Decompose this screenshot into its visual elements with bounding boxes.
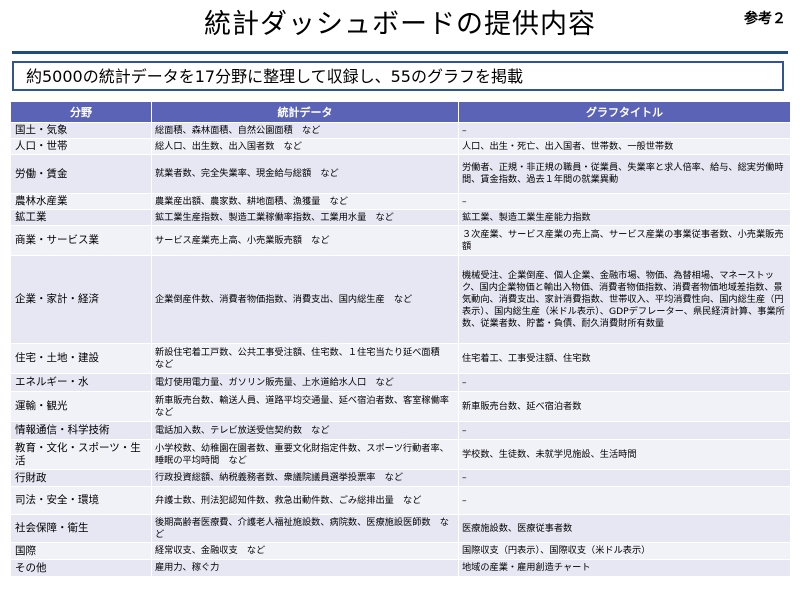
- summary-text: 約5000の統計データを17分野に整理して収録し、55のグラフを掲載: [26, 67, 523, 86]
- graph-cell: 国際収支（円表示）、国際収支（米ドル表示）: [458, 542, 791, 560]
- column-header-data: 統計データ: [151, 101, 459, 123]
- data-cell: 農業産出額、農家数、耕地面積、漁獲量 など: [151, 193, 459, 210]
- category-cell: 商業・サービス業: [10, 225, 152, 256]
- category-cell: 社会保障・衛生: [10, 514, 152, 543]
- table-row: 運輸・観光 新車販売台数、輸送人員、道路平均交通量、延べ宿泊者数、客室稼働率 な…: [10, 391, 791, 422]
- summary-box: 約5000の統計データを17分野に整理して収録し、55のグラフを掲載: [12, 61, 784, 91]
- data-cell: 電灯使用電力量、ガソリン販売量、上水道給水人口 など: [151, 373, 459, 392]
- graph-cell: 地域の産業・雇用創造チャート: [458, 559, 791, 577]
- table-row: 国際 経常収支、金融収支 など 国際収支（円表示）、国際収支（米ドル表示）: [10, 542, 791, 560]
- data-cell: 小学校数、幼稚園在園者数、重要文化財指定件数、スポーツ行動者率、睡眠の平均時間 …: [151, 439, 459, 470]
- category-cell: 企業・家計・経済: [10, 255, 152, 344]
- page-title: 統計ダッシュボードの提供内容: [204, 9, 596, 40]
- graph-cell: 新車販売台数、延べ宿泊者数: [458, 391, 791, 422]
- data-cell: 電話加入数、テレビ放送受信契約数 など: [151, 421, 459, 440]
- graph-cell: ３次産業、サービス産業の売上高、サービス産業の事業従事者数、小売業販売額: [458, 225, 791, 256]
- category-cell: エネルギー・水: [10, 373, 152, 392]
- category-cell: 鉱工業: [10, 209, 152, 226]
- table-row: その他 雇用力、稼ぐ力 地域の産業・雇用創造チャート: [10, 559, 791, 577]
- category-cell: 人口・世帯: [10, 138, 152, 155]
- table-row: 情報通信・科学技術 電話加入数、テレビ放送受信契約数 など –: [10, 421, 791, 440]
- statistics-table: 分野 統計データ グラフタイトル 国土・気象 総面積、森林面積、自然公園面積 な…: [10, 101, 791, 577]
- table-row: 行財政 行政投資総額、納税義務者数、衆議院議員選挙投票率 など –: [10, 469, 791, 487]
- data-cell: 雇用力、稼ぐ力: [151, 559, 459, 577]
- data-cell: 行政投資総額、納税義務者数、衆議院議員選挙投票率 など: [151, 469, 459, 487]
- category-cell: 国際: [10, 542, 152, 560]
- table-row: 鉱工業 鉱工業生産指数、製造工業稼働率指数、工業用水量 など 鉱工業、製造工業生…: [10, 209, 791, 226]
- table-row: 住宅・土地・建設 新設住宅着工戸数、公共工事受注額、住宅数、１住宅当たり延べ面積…: [10, 343, 791, 374]
- graph-cell: 鉱工業、製造工業生産能力指数: [458, 209, 791, 226]
- column-header-field: 分野: [10, 101, 152, 123]
- table-row: 国土・気象 総面積、森林面積、自然公園面積 など –: [10, 122, 791, 139]
- graph-cell: 機械受注、企業倒産、個人企業、金融市場、物価、為替相場、マネーストック、国内企業…: [458, 255, 791, 344]
- table-row: 労働・賃金 就業者数、完全失業率、現金給与総額 など 労働者、正規・非正規の職員…: [10, 154, 791, 194]
- graph-cell: –: [458, 193, 791, 210]
- category-cell: 国土・気象: [10, 122, 152, 139]
- graph-cell: –: [458, 486, 791, 515]
- graph-cell: –: [458, 421, 791, 440]
- table-row: 社会保障・衛生 後期高齢者医療費、介護老人福祉施設数、病院数、医療施設医師数 な…: [10, 514, 791, 543]
- graph-cell: 医療施設数、医療従事者数: [458, 514, 791, 543]
- data-cell: 就業者数、完全失業率、現金給与総額 など: [151, 154, 459, 194]
- table-row: 農林水産業 農業産出額、農家数、耕地面積、漁獲量 など –: [10, 193, 791, 210]
- title-bar: 統計ダッシュボードの提供内容 参考２: [0, 0, 800, 56]
- category-cell: 住宅・土地・建設: [10, 343, 152, 374]
- category-cell: 運輸・観光: [10, 391, 152, 422]
- graph-cell: 人口、出生・死亡、出入国者、世帯数、一般世帯数: [458, 138, 791, 155]
- data-cell: 新車販売台数、輸送人員、道路平均交通量、延べ宿泊者数、客室稼働率 など: [151, 391, 459, 422]
- reference-label: 参考２: [744, 11, 786, 27]
- graph-cell: –: [458, 469, 791, 487]
- table-row: エネルギー・水 電灯使用電力量、ガソリン販売量、上水道給水人口 など –: [10, 373, 791, 392]
- table-header-row: 分野 統計データ グラフタイトル: [10, 101, 791, 123]
- data-cell: サービス産業売上高、小売業販売額 など: [151, 225, 459, 256]
- category-cell: 教育・文化・スポーツ・生活: [10, 439, 152, 470]
- graph-cell: –: [458, 122, 791, 139]
- graph-cell: –: [458, 373, 791, 392]
- category-cell: 労働・賃金: [10, 154, 152, 194]
- table-row: 司法・安全・環境 弁護士数、刑法犯認知件数、救急出動件数、ごみ総排出量 など –: [10, 486, 791, 515]
- data-cell: 後期高齢者医療費、介護老人福祉施設数、病院数、医療施設医師数 など: [151, 514, 459, 543]
- table-row: 教育・文化・スポーツ・生活 小学校数、幼稚園在園者数、重要文化財指定件数、スポー…: [10, 439, 791, 470]
- graph-cell: 学校数、生徒数、未就学児施設、生活時間: [458, 439, 791, 470]
- column-header-graph: グラフタイトル: [458, 101, 791, 123]
- title-divider: [12, 51, 788, 54]
- data-cell: 総面積、森林面積、自然公園面積 など: [151, 122, 459, 139]
- table-row: 人口・世帯 総人口、出生数、出入国者数 など 人口、出生・死亡、出入国者、世帯数…: [10, 138, 791, 155]
- category-cell: 行財政: [10, 469, 152, 487]
- category-cell: 農林水産業: [10, 193, 152, 210]
- data-cell: 経常収支、金融収支 など: [151, 542, 459, 560]
- data-cell: 企業倒産件数、消費者物価指数、消費支出、国内総生産 など: [151, 255, 459, 344]
- table-row: 商業・サービス業 サービス産業売上高、小売業販売額 など ３次産業、サービス産業…: [10, 225, 791, 256]
- data-cell: 新設住宅着工戸数、公共工事受注額、住宅数、１住宅当たり延べ面積 など: [151, 343, 459, 374]
- graph-cell: 住宅着工、工事受注額、住宅数: [458, 343, 791, 374]
- data-cell: 総人口、出生数、出入国者数 など: [151, 138, 459, 155]
- data-cell: 鉱工業生産指数、製造工業稼働率指数、工業用水量 など: [151, 209, 459, 226]
- data-cell: 弁護士数、刑法犯認知件数、救急出動件数、ごみ総排出量 など: [151, 486, 459, 515]
- category-cell: 情報通信・科学技術: [10, 421, 152, 440]
- graph-cell: 労働者、正規・非正規の職員・従業員、失業率と求人倍率、給与、総実労働時間、賃金指…: [458, 154, 791, 194]
- category-cell: その他: [10, 559, 152, 577]
- table-row: 企業・家計・経済 企業倒産件数、消費者物価指数、消費支出、国内総生産 など 機械…: [10, 255, 791, 344]
- category-cell: 司法・安全・環境: [10, 486, 152, 515]
